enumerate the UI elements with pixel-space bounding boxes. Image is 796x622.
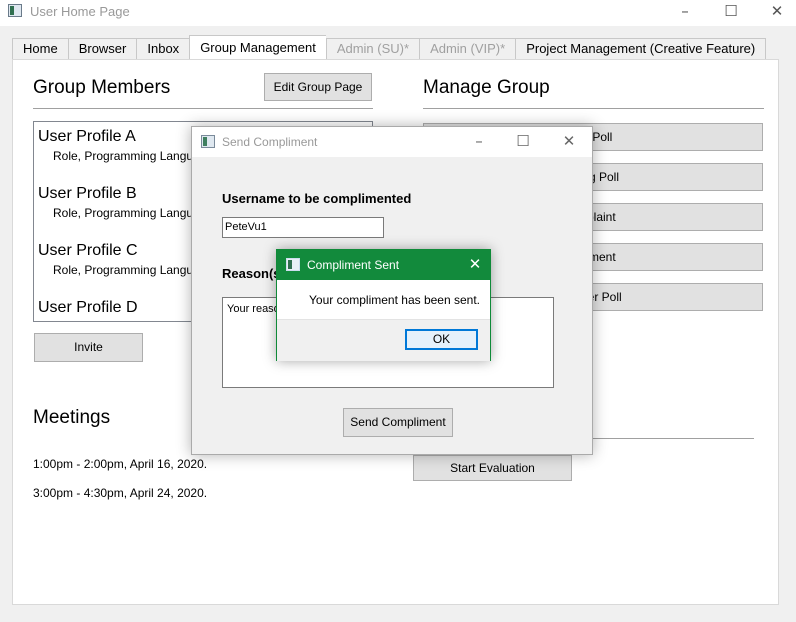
maximize-button[interactable]: ☐: [708, 0, 754, 26]
window-title: User Home Page: [30, 4, 130, 19]
member-name: User Profile A: [38, 128, 136, 145]
tab-home[interactable]: Home: [12, 38, 68, 60]
close-button[interactable]: ✕: [546, 127, 592, 157]
list-item[interactable]: User Profile A Role, Programming Langu: [38, 128, 193, 163]
tab-browser[interactable]: Browser: [67, 38, 137, 60]
message-title: Compliment Sent: [307, 258, 400, 272]
meeting-item: 1:00pm - 2:00pm, April 16, 2020.: [33, 457, 208, 471]
compliment-sent-message-box: Compliment Sent ✕ Your compliment has be…: [276, 249, 491, 361]
edit-group-page-button[interactable]: Edit Group Page: [264, 73, 372, 101]
app-icon: [201, 135, 215, 148]
app-icon: [286, 258, 300, 271]
username-input[interactable]: PeteVu1: [222, 217, 384, 238]
close-icon[interactable]: ✕: [460, 250, 490, 280]
send-compliment-button[interactable]: Send Compliment: [343, 408, 453, 437]
tab-admin-vip[interactable]: Admin (VIP)*: [419, 38, 516, 60]
manage-group-divider: [423, 108, 764, 109]
tab-group-management[interactable]: Group Management: [189, 35, 326, 59]
message-button-bar: OK: [277, 319, 490, 361]
member-name: User Profile B: [38, 185, 137, 202]
member-details: Role, Programming Langu: [53, 263, 194, 277]
app-icon: [8, 4, 22, 17]
tab-admin-su[interactable]: Admin (SU)*: [325, 38, 420, 60]
member-name: User Profile C: [38, 242, 138, 259]
dialog-titlebar: Send Compliment – ☐ ✕: [192, 127, 592, 157]
manage-group-title: Manage Group: [423, 77, 550, 98]
start-evaluation-button[interactable]: Start Evaluation: [413, 455, 572, 481]
close-button[interactable]: ✕: [754, 0, 796, 26]
maximize-button[interactable]: ☐: [500, 127, 546, 157]
member-details: Role, Programming Langu: [53, 206, 194, 220]
minimize-button[interactable]: –: [456, 127, 502, 157]
ok-button[interactable]: OK: [405, 329, 478, 350]
list-item[interactable]: User Profile D: [38, 299, 138, 317]
message-text: Your compliment has been sent.: [309, 293, 480, 307]
main-tab-bar: Home Browser Inbox Group Management Admi…: [12, 35, 767, 60]
dialog-title: Send Compliment: [222, 135, 318, 149]
meetings-title: Meetings: [33, 407, 111, 428]
member-details: Role, Programming Langu: [53, 149, 194, 163]
list-item[interactable]: User Profile C Role, Programming Langu: [38, 242, 193, 277]
member-name: User Profile D: [38, 299, 138, 316]
reason-label: Reason(s: [222, 266, 281, 281]
minimize-button[interactable]: –: [662, 0, 708, 26]
tab-project-management[interactable]: Project Management (Creative Feature): [515, 38, 767, 60]
tab-inbox[interactable]: Inbox: [136, 38, 190, 60]
group-members-divider: [33, 108, 373, 109]
meeting-item: 3:00pm - 4:30pm, April 24, 2020.: [33, 486, 208, 500]
username-label: Username to be complimented: [222, 191, 412, 206]
list-item[interactable]: User Profile B Role, Programming Langu: [38, 185, 193, 220]
main-window-titlebar: User Home Page – ☐ ✕: [0, 0, 796, 26]
group-members-title: Group Members: [33, 77, 171, 98]
message-titlebar: Compliment Sent ✕: [277, 250, 490, 280]
invite-button[interactable]: Invite: [34, 333, 143, 362]
